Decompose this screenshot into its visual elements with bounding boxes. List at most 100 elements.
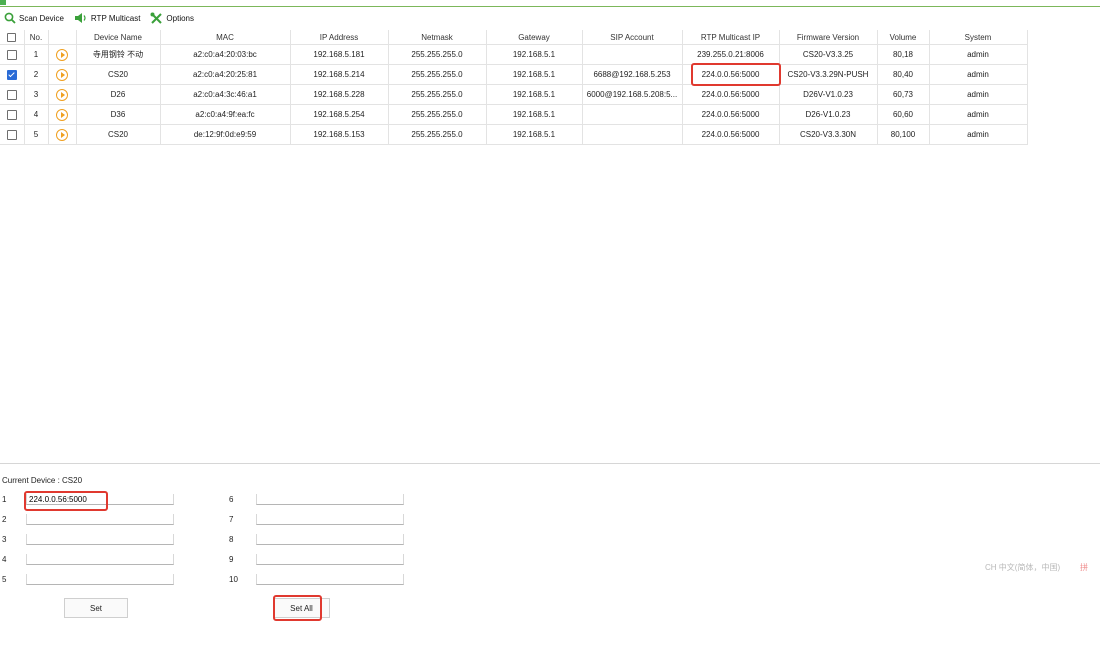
header-volume[interactable]: Volume — [877, 30, 930, 45]
slot-6-label: 6 — [229, 495, 234, 504]
play-icon[interactable] — [56, 128, 68, 141]
select-all-cell[interactable] — [0, 30, 25, 45]
set-all-button[interactable]: Set All — [273, 598, 330, 618]
row-ip: 192.168.5.254 — [290, 104, 389, 125]
row-checkbox-cell[interactable] — [0, 124, 25, 145]
row-netmask: 255.255.255.0 — [388, 64, 487, 85]
row-sip — [582, 124, 683, 145]
slot-4-input[interactable] — [26, 554, 174, 565]
slot-2-label: 2 — [2, 515, 7, 524]
row-play-cell[interactable] — [48, 84, 77, 105]
row-device-name: D26 — [76, 84, 161, 105]
current-device-label: Current Device : CS20 — [2, 476, 83, 485]
table-header: No. Device Name MAC IP Address Netmask G… — [0, 30, 1028, 45]
row-play-cell[interactable] — [48, 104, 77, 125]
play-icon[interactable] — [56, 68, 68, 81]
header-device-name[interactable]: Device Name — [76, 30, 161, 45]
row-checkbox[interactable] — [6, 49, 17, 60]
options-button[interactable]: Options — [150, 12, 194, 25]
row-mac: a2:c0:a4:20:03:bc — [160, 44, 291, 65]
slot-2-input[interactable] — [26, 514, 174, 525]
top-border — [0, 0, 1100, 7]
ime-language-indicator[interactable]: CH 中文(简体，中国) — [985, 562, 1060, 573]
row-play-cell[interactable] — [48, 44, 77, 65]
row-system: admin — [929, 64, 1028, 85]
table-row-2[interactable]: 2 CS20 a2:c0:a4:20:25:81 192.168.5.214 2… — [0, 64, 1028, 85]
slot-9-input[interactable] — [256, 554, 404, 565]
slot-7-input[interactable] — [256, 514, 404, 525]
slot-10-input[interactable] — [256, 574, 404, 585]
rtp-multicast-button[interactable]: RTP Multicast — [74, 12, 140, 24]
header-no[interactable]: No. — [24, 30, 49, 45]
row-device-name: D36 — [76, 104, 161, 125]
row-checkbox-cell[interactable] — [0, 104, 25, 125]
row-firmware: D26-V1.0.23 — [779, 104, 878, 125]
play-icon[interactable] — [56, 88, 68, 101]
table-row-4[interactable]: 4 D36 a2:c0:a4:9f:ea:fc 192.168.5.254 25… — [0, 104, 1028, 125]
scan-device-button[interactable]: Scan Device — [4, 12, 64, 24]
slot-3-input[interactable] — [26, 534, 174, 545]
row-netmask: 255.255.255.0 — [388, 124, 487, 145]
play-icon[interactable] — [56, 48, 68, 61]
tab-indicator — [0, 0, 6, 5]
row-gateway: 192.168.5.1 — [486, 104, 583, 125]
row-rtp: 224.0.0.56:5000 — [682, 104, 780, 125]
slot-1-label: 1 — [2, 495, 7, 504]
header-netmask[interactable]: Netmask — [388, 30, 487, 45]
row-play-cell[interactable] — [48, 64, 77, 85]
play-icon[interactable] — [56, 108, 68, 121]
row-netmask: 255.255.255.0 — [388, 104, 487, 125]
row-gateway: 192.168.5.1 — [486, 44, 583, 65]
row-rtp: 239.255.0.21:8006 — [682, 44, 780, 65]
header-firmware[interactable]: Firmware Version — [779, 30, 878, 45]
table-row-1[interactable]: 1 寺用钢铃 不动 a2:c0:a4:20:03:bc 192.168.5.18… — [0, 44, 1028, 65]
row-play-cell[interactable] — [48, 124, 77, 145]
table-row-5[interactable]: 5 CS20 de:12:9f:0d:e9:59 192.168.5.153 2… — [0, 124, 1028, 145]
row-no: 1 — [24, 44, 49, 65]
row-checkbox[interactable] — [6, 89, 17, 100]
slot-6-input[interactable] — [256, 494, 404, 505]
slot-8-label: 8 — [229, 535, 234, 544]
slot-5-input[interactable] — [26, 574, 174, 585]
search-icon — [4, 12, 16, 24]
speaker-icon — [74, 13, 86, 23]
row-ip: 192.168.5.153 — [290, 124, 389, 145]
toolbar: Scan Device RTP Multicast Options — [0, 8, 1100, 28]
row-mac: a2:c0:a4:9f:ea:fc — [160, 104, 291, 125]
row-system: admin — [929, 104, 1028, 125]
header-mac[interactable]: MAC — [160, 30, 291, 45]
row-device-name: CS20 — [76, 124, 161, 145]
row-netmask: 255.255.255.0 — [388, 84, 487, 105]
header-gateway[interactable]: Gateway — [486, 30, 583, 45]
row-no: 3 — [24, 84, 49, 105]
row-sip: 6000@192.168.5.208:5... — [582, 84, 683, 105]
row-checkbox-cell[interactable] — [0, 84, 25, 105]
row-checkbox[interactable] — [6, 109, 17, 120]
header-ip[interactable]: IP Address — [290, 30, 389, 45]
slot-1-input[interactable] — [26, 494, 174, 505]
slot-3-label: 3 — [2, 535, 7, 544]
slot-8-input[interactable] — [256, 534, 404, 545]
set-button[interactable]: Set — [64, 598, 128, 618]
slot-10-label: 10 — [229, 575, 238, 584]
row-ip: 192.168.5.214 — [290, 64, 389, 85]
row-checkbox[interactable] — [6, 129, 17, 140]
header-sip[interactable]: SIP Account — [582, 30, 683, 45]
header-system[interactable]: System — [929, 30, 1028, 45]
row-ip: 192.168.5.181 — [290, 44, 389, 65]
row-netmask: 255.255.255.0 — [388, 44, 487, 65]
row-sip — [582, 44, 683, 65]
row-checkbox-cell[interactable] — [0, 64, 25, 85]
table-row-3[interactable]: 3 D26 a2:c0:a4:3c:46:a1 192.168.5.228 25… — [0, 84, 1028, 105]
select-all-checkbox[interactable] — [7, 32, 17, 42]
header-rtp[interactable]: RTP Multicast IP — [682, 30, 780, 45]
row-checkbox-cell[interactable] — [0, 44, 25, 65]
row-mac: de:12:9f:0d:e9:59 — [160, 124, 291, 145]
row-volume: 80,100 — [877, 124, 930, 145]
row-firmware: D26V-V1.0.23 — [779, 84, 878, 105]
row-firmware: CS20-V3.3.30N — [779, 124, 878, 145]
ime-pinyin-icon[interactable]: 拼 — [1080, 562, 1088, 573]
tools-icon — [150, 12, 163, 24]
row-checkbox[interactable] — [6, 69, 17, 80]
row-rtp: 224.0.0.56:5000 — [682, 64, 780, 85]
